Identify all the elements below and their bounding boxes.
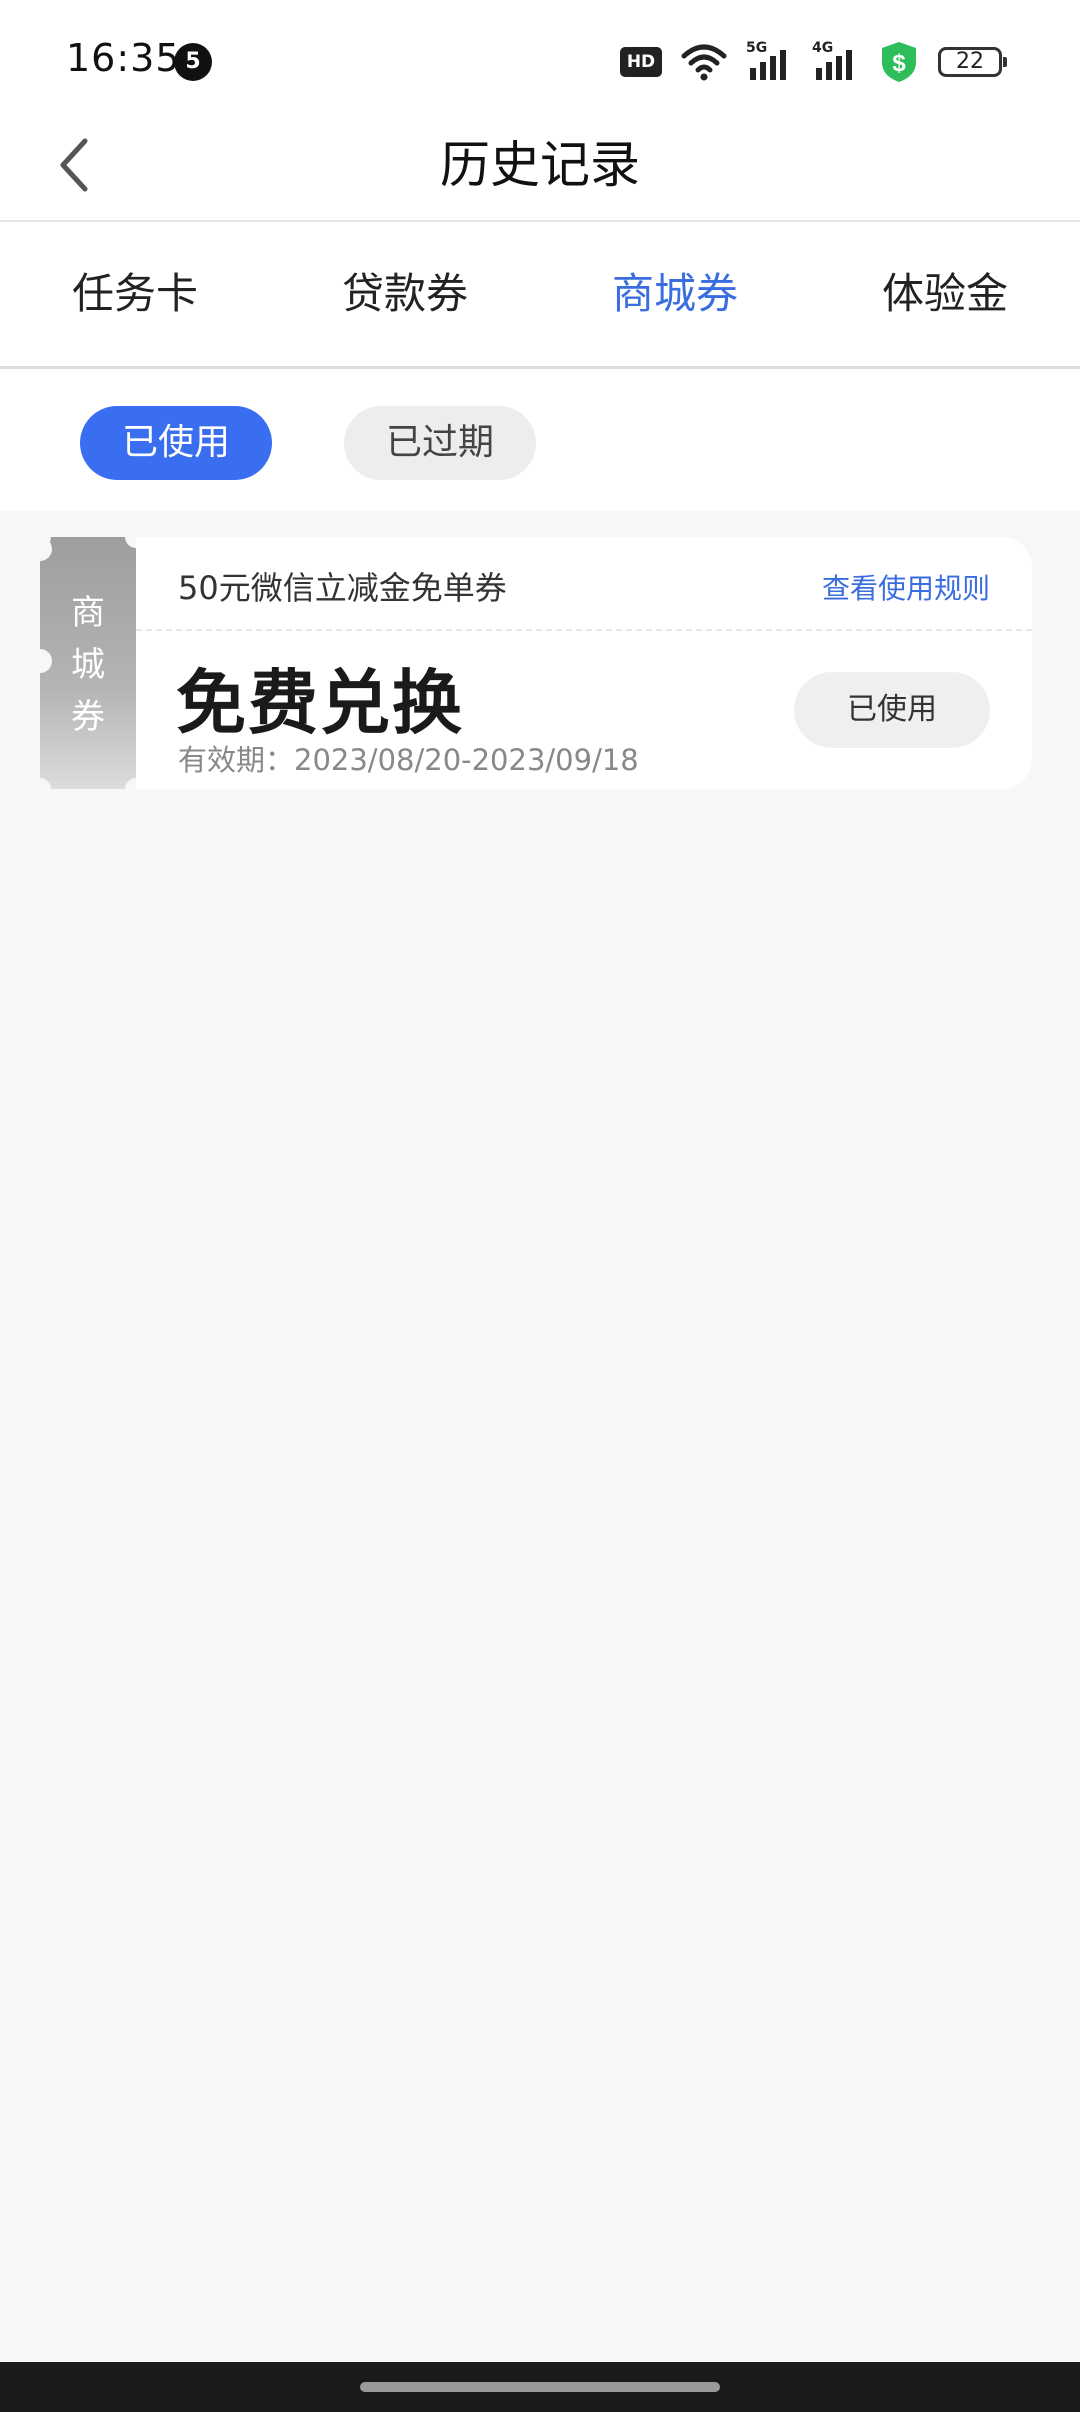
signal-4g-icon: 4G: [812, 40, 860, 80]
screen: 16:35 5 HD 5G 4G $ 22 历史记录 任务卡 贷款券 商城券 体…: [0, 0, 1080, 2412]
ticket-notch: [29, 526, 51, 548]
filter-used-chip[interactable]: 已使用: [80, 406, 272, 480]
tab-trial-fund[interactable]: 体验金: [810, 222, 1080, 366]
svg-text:$: $: [892, 50, 906, 77]
system-nav-bar: [0, 2362, 1080, 2412]
hd-icon: HD: [620, 47, 662, 77]
coupon-name: 50元微信立减金免单券: [178, 569, 507, 607]
filter-bar: 已使用 已过期: [0, 369, 1080, 511]
dashed-divider: [136, 629, 1032, 631]
tab-task-card[interactable]: 任务卡: [0, 222, 270, 366]
wifi-icon: [681, 44, 727, 81]
ticket-notch: [29, 778, 51, 800]
shield-dollar-icon: $: [882, 42, 916, 82]
tab-loan-coupon[interactable]: 贷款券: [270, 222, 540, 366]
battery-icon: 22: [938, 47, 1007, 77]
coupon-type-label: 商城券: [71, 593, 105, 737]
status-bar: 16:35 5 HD 5G 4G $ 22: [0, 0, 1080, 110]
status-time: 16:35: [66, 36, 181, 80]
signal-bars: [750, 50, 786, 80]
coupon-main-text: 免费兑换: [176, 662, 464, 744]
tab-mall-coupon[interactable]: 商城券: [540, 222, 810, 366]
header: 历史记录: [0, 110, 1080, 222]
page-title: 历史记录: [440, 136, 640, 194]
signal-bars: [816, 50, 852, 80]
coupon-status-button[interactable]: 已使用: [794, 672, 990, 748]
filter-expired-chip[interactable]: 已过期: [344, 406, 536, 480]
coupon-body: 50元微信立减金免单券 查看使用规则 免费兑换 有效期：2023/08/20-2…: [136, 537, 1032, 789]
coupon-validity: 有效期：2023/08/20-2023/09/18: [178, 743, 639, 777]
notification-badge: 5: [174, 43, 212, 81]
tab-bar: 任务卡 贷款券 商城券 体验金: [0, 222, 1080, 369]
signal-5g-icon: 5G: [746, 40, 794, 80]
view-rules-link[interactable]: 查看使用规则: [822, 567, 990, 607]
coupon-type-tag: 商城券: [28, 537, 136, 789]
status-icons: HD 5G 4G $ 22: [620, 40, 1007, 84]
coupon-card: 商城券 50元微信立减金免单券 查看使用规则 免费兑换 有效期：2023/08/…: [28, 526, 1032, 800]
home-indicator[interactable]: [360, 2382, 720, 2392]
